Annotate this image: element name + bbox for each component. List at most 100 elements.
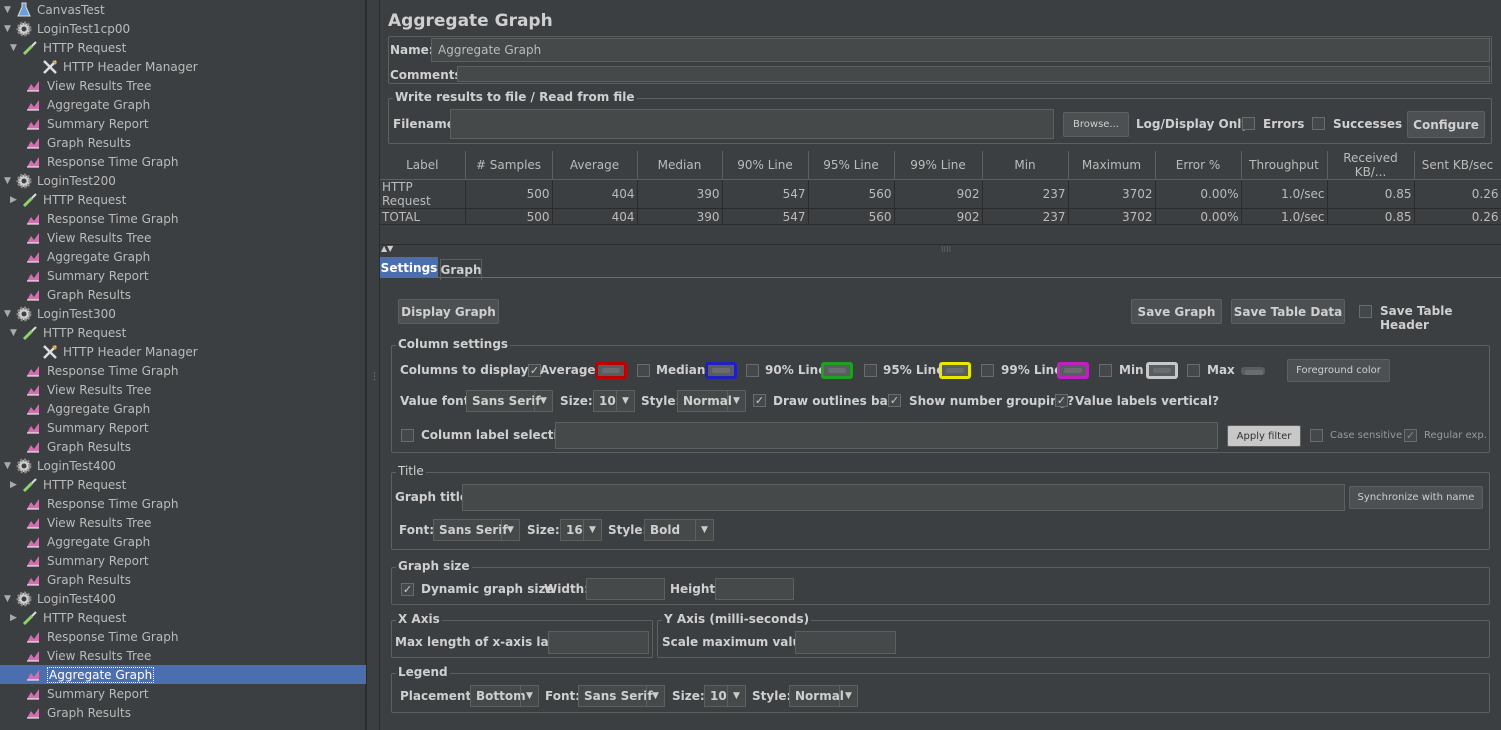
collapse-arrow-icon[interactable]: ▶ [10,480,20,490]
tree-node[interactable]: Aggregate Graph [10,532,150,551]
column-color-swatch[interactable] [1146,362,1178,379]
expand-arrow-icon[interactable]: ▼ [4,176,14,186]
column-header[interactable]: 90% Line [722,151,809,180]
column-header[interactable]: Min [982,151,1069,180]
expand-arrow-icon[interactable]: ▼ [4,5,14,15]
column-header[interactable]: Error % [1155,151,1242,180]
tree-node[interactable]: Summary Report [10,418,149,437]
column-color-swatch[interactable] [939,362,971,379]
save-table-data-button[interactable]: Save Table Data [1231,299,1345,324]
column-color-swatch[interactable] [1241,367,1265,375]
comments-field[interactable] [457,66,1490,82]
legend-size-select[interactable]: 10 ▼ [704,685,746,707]
tree-node[interactable]: Aggregate Graph [10,95,150,114]
synchronize-with-name-button[interactable]: Synchronize with name [1349,486,1483,509]
save-graph-button[interactable]: Save Graph [1131,299,1222,324]
column-header[interactable]: 99% Line [894,151,983,180]
tree-node[interactable]: ▼ LoginTest1cp00 [4,19,130,38]
title-style-select[interactable]: Bold ▼ [644,519,714,541]
pane-splitter[interactable]: ⋮ [366,0,380,730]
column-toggle-checkbox[interactable] [746,364,759,377]
tree-node[interactable]: Summary Report [10,684,149,703]
tree-node[interactable]: Response Time Graph [10,209,178,228]
column-header[interactable]: Maximum [1068,151,1156,180]
column-toggle-checkbox[interactable] [637,364,650,377]
tree-node[interactable]: Aggregate Graph [10,665,155,684]
successes-checkbox[interactable] [1312,117,1325,130]
placement-select[interactable]: Bottom ▼ [470,685,539,707]
tree-node[interactable]: Summary Report [10,551,149,570]
errors-checkbox[interactable] [1242,117,1255,130]
tree-node[interactable]: View Results Tree [10,380,151,399]
column-toggle-checkbox[interactable] [981,364,994,377]
tree-node[interactable]: View Results Tree [10,76,151,95]
graph-title-input[interactable] [462,484,1345,511]
height-input[interactable] [715,578,794,600]
test-plan-tree[interactable]: ▼ CanvasTest ▼ LoginTest1cp00 ▼ HTTP Request H… [0,0,366,730]
tree-node[interactable]: ▶ HTTP Request [10,608,126,627]
column-color-swatch[interactable] [595,362,627,379]
tree-node[interactable]: Graph Results [10,437,131,456]
value-size-select[interactable]: 10 ▼ [593,390,635,412]
tree-node[interactable]: HTTP Header Manager [30,342,198,361]
legend-font-select[interactable]: Sans Serif ▼ [578,685,665,707]
column-header[interactable]: # Samples [465,151,553,180]
legend-style-select[interactable]: Normal ▼ [789,685,858,707]
tree-node[interactable]: Response Time Graph [10,627,178,646]
case-sensitive-checkbox[interactable] [1310,429,1323,442]
expand-arrow-icon[interactable]: ▼ [4,594,14,604]
tree-node[interactable]: Response Time Graph [10,361,178,380]
table-row[interactable]: HTTP Request 500 404 390 547 560 902 237 3702 0.0… [380,179,1501,209]
title-font-select[interactable]: Sans Serif ▼ [433,519,520,541]
save-table-header-checkbox[interactable] [1359,305,1372,318]
tree-node[interactable]: Graph Results [10,133,131,152]
tree-node[interactable]: Aggregate Graph [10,399,150,418]
tree-node[interactable]: ▼ LoginTest200 [4,171,116,190]
tree-node[interactable]: Aggregate Graph [10,247,150,266]
tree-node[interactable]: Summary Report [10,114,149,133]
table-row[interactable]: TOTAL 500 404 390 547 560 902 237 3702 0.00% 1.0/s… [380,208,1501,225]
apply-filter-button[interactable]: Apply filter [1227,425,1301,447]
configure-button[interactable]: Configure [1407,111,1485,138]
tree-node[interactable]: HTTP Header Manager [30,57,198,76]
splitter-grip-icon[interactable]: ⁝⁝⁝⁝ [941,245,951,254]
column-header[interactable]: Label [380,151,466,180]
tree-node[interactable]: Graph Results [10,570,131,589]
tree-node[interactable]: ▼ LoginTest400 [4,456,116,475]
tree-node[interactable]: Graph Results [10,285,131,304]
show-number-grouping-checkbox[interactable]: ✓ [888,394,901,407]
tab-settings[interactable]: Settings [380,257,438,278]
tab-graph[interactable]: Graph [440,259,482,280]
splitter-grip-icon[interactable]: ⋮ [370,372,379,382]
tree-node[interactable]: Response Time Graph [10,494,178,513]
tree-node[interactable]: ▼ HTTP Request [10,323,126,342]
collapse-arrow-icon[interactable]: ▶ [10,613,20,623]
column-header[interactable]: Average [552,151,638,180]
column-header[interactable]: Received KB/... [1327,151,1415,180]
expand-arrow-icon[interactable]: ▼ [10,328,20,338]
expand-arrow-icon[interactable]: ▼ [4,309,14,319]
expand-arrow-icon[interactable]: ▼ [10,43,20,53]
collapse-arrows-icon[interactable]: ▲▼ [381,244,393,253]
column-color-swatch[interactable] [1057,362,1089,379]
tree-node[interactable]: View Results Tree [10,228,151,247]
value-labels-vertical-checkbox[interactable]: ✓ [1055,394,1068,407]
tree-node[interactable]: ▼ CanvasTest [4,0,105,19]
filename-input[interactable] [450,109,1054,139]
column-header[interactable]: 95% Line [808,151,895,180]
collapse-arrow-icon[interactable]: ▶ [10,195,20,205]
value-style-select[interactable]: Normal ▼ [677,390,746,412]
column-header[interactable]: Throughput [1241,151,1328,180]
tree-node[interactable]: Response Time Graph [10,152,178,171]
tree-node[interactable]: Graph Results [10,703,131,722]
tree-node[interactable]: ▶ HTTP Request [10,475,126,494]
column-toggle-checkbox[interactable] [864,364,877,377]
column-label-selection-checkbox[interactable] [401,429,414,442]
column-label-selection-input[interactable] [555,422,1218,449]
column-toggle-checkbox[interactable] [1099,364,1112,377]
results-table[interactable]: Label # Samples Average Median 90% Line 95% L… [380,151,1501,225]
display-graph-button[interactable]: Display Graph [398,299,499,324]
scale-max-value-input[interactable] [795,631,896,654]
column-header[interactable]: Median [637,151,723,180]
table-splitter[interactable]: ▲▼ ⁝⁝⁝⁝ [380,244,1501,254]
